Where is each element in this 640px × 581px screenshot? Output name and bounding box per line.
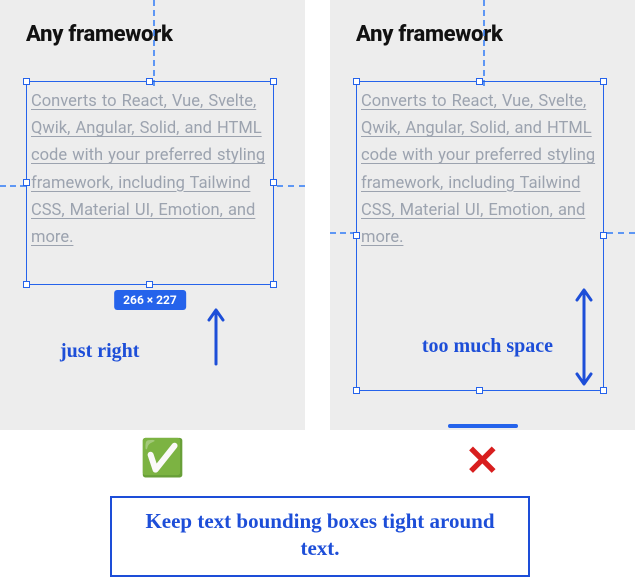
panel-bad: Any framework Converts to React, Vue, Sv… (330, 0, 635, 430)
width-indicator (448, 424, 518, 428)
resize-handle[interactable] (353, 387, 360, 394)
caption-box: Keep text bounding boxes tight around te… (110, 496, 530, 577)
resize-handle[interactable] (23, 78, 30, 85)
resize-handle[interactable] (146, 281, 153, 288)
check-icon: ✅ (140, 440, 185, 482)
horizontal-guide (277, 185, 305, 187)
arrow-up-icon (206, 306, 226, 370)
body-text-left: Converts to React, Vue, Svelte, Qwik, An… (27, 82, 273, 251)
annotation-too-much-space: too much space (422, 335, 553, 358)
horizontal-guide (607, 232, 635, 234)
body-text-right: Converts to React, Vue, Svelte, Qwik, An… (357, 82, 603, 251)
resize-handle[interactable] (146, 78, 153, 85)
vertical-guide (153, 0, 155, 86)
comparison-panels: Any framework Converts to React, Vue, Sv… (0, 0, 640, 430)
resize-handle[interactable] (23, 179, 30, 186)
dimension-badge: 266 × 227 (114, 290, 186, 310)
panel-good: Any framework Converts to React, Vue, Sv… (0, 0, 305, 430)
verdict-row: ✅ ✕ (0, 440, 640, 482)
resize-handle[interactable] (600, 232, 607, 239)
resize-handle[interactable] (353, 78, 360, 85)
vertical-guide (483, 0, 485, 86)
resize-handle[interactable] (600, 387, 607, 394)
resize-handle[interactable] (353, 232, 360, 239)
double-arrow-icon (573, 282, 595, 396)
resize-handle[interactable] (270, 179, 277, 186)
text-bounding-box-good[interactable]: Converts to React, Vue, Svelte, Qwik, An… (26, 81, 274, 285)
cross-icon: ✕ (465, 440, 500, 482)
resize-handle[interactable] (270, 78, 277, 85)
resize-handle[interactable] (270, 281, 277, 288)
resize-handle[interactable] (476, 387, 483, 394)
resize-handle[interactable] (23, 281, 30, 288)
resize-handle[interactable] (476, 78, 483, 85)
annotation-just-right: just right (60, 340, 139, 363)
resize-handle[interactable] (600, 78, 607, 85)
caption-text: Keep text bounding boxes tight around te… (132, 508, 508, 563)
